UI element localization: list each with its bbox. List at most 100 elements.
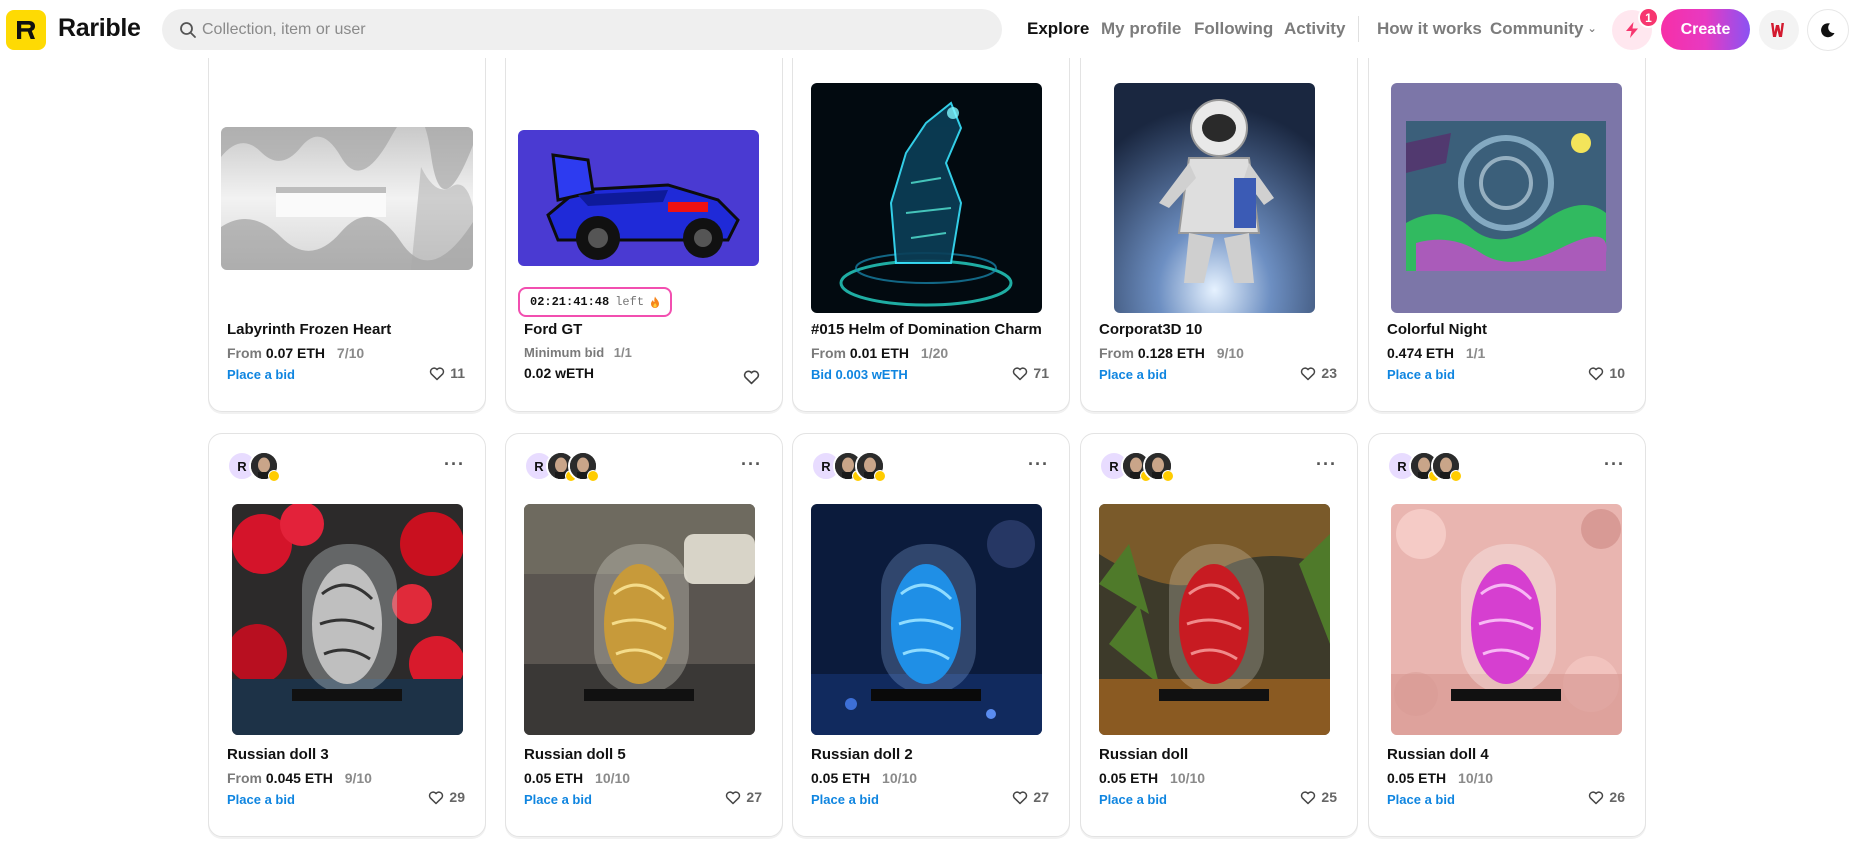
nft-price: From 0.045 ETH 9/10	[227, 770, 372, 786]
like-button[interactable]: 29	[428, 789, 465, 805]
heart-icon	[726, 790, 741, 804]
like-button[interactable]: 23	[1300, 365, 1337, 381]
owner-avatars[interactable]: R	[524, 451, 599, 482]
nav-following[interactable]: Following	[1194, 19, 1273, 39]
like-count: 25	[1321, 789, 1337, 805]
lightning-icon	[1626, 22, 1638, 38]
avatar[interactable]	[855, 451, 886, 482]
nft-title[interactable]: Labyrinth Frozen Heart	[227, 321, 391, 338]
more-options-button[interactable]: ···	[1028, 454, 1049, 475]
nft-card[interactable]: Colorful Night 0.474 ETH 1/1 Place a bid…	[1368, 47, 1646, 412]
nav-community-label: Community	[1490, 19, 1584, 38]
heart-icon[interactable]	[743, 369, 760, 385]
more-options-button[interactable]: ···	[1316, 454, 1337, 475]
fire-icon	[651, 296, 660, 308]
more-options-button[interactable]: ···	[444, 454, 465, 475]
nft-card[interactable]: Labyrinth Frozen Heart From 0.07 ETH 7/1…	[208, 47, 486, 412]
like-button[interactable]: 27	[725, 789, 762, 805]
notification-count-badge: 1	[1638, 7, 1659, 28]
user-avatar-button[interactable]	[1759, 10, 1799, 50]
like-count: 71	[1033, 365, 1049, 381]
nav-my-profile[interactable]: My profile	[1101, 19, 1181, 39]
nav-community[interactable]: Community ⌄	[1490, 19, 1597, 39]
nft-image[interactable]	[221, 127, 473, 270]
place-bid-link[interactable]: Place a bid	[811, 792, 879, 807]
nav-explore[interactable]: Explore	[1027, 19, 1089, 39]
bid-link[interactable]: Bid 0.003 wETH	[811, 367, 908, 382]
nav-how-it-works[interactable]: How it works	[1377, 19, 1482, 39]
like-button[interactable]: 27	[1012, 789, 1049, 805]
nft-title[interactable]: #015 Helm of Domination Charm	[811, 321, 1042, 338]
create-button[interactable]: Create	[1661, 9, 1750, 50]
place-bid-link[interactable]: Place a bid	[227, 367, 295, 382]
place-bid-link[interactable]: Place a bid	[1099, 367, 1167, 382]
nft-image[interactable]	[524, 504, 755, 735]
more-options-button[interactable]: ···	[741, 454, 762, 475]
chevron-down-icon: ⌄	[1587, 23, 1597, 35]
brand-name[interactable]: Rarible	[58, 14, 141, 43]
nft-title[interactable]: Colorful Night	[1387, 321, 1487, 338]
heart-icon	[1589, 790, 1604, 804]
like-count: 29	[449, 789, 465, 805]
like-button[interactable]: 10	[1588, 365, 1625, 381]
auction-timer: 02:21:41:48 left	[518, 287, 673, 317]
owner-avatars[interactable]: R	[811, 451, 886, 482]
like-count: 10	[1609, 365, 1625, 381]
like-button[interactable]: 11	[429, 365, 465, 381]
nft-image[interactable]	[1391, 83, 1622, 313]
more-options-button[interactable]: ···	[1604, 454, 1625, 475]
nft-card[interactable]: R ··· Russian doll 3 From 0.045 ETH 9/10…	[208, 433, 486, 837]
nft-card[interactable]: R ··· Russian doll 2 0.05 ETH 10/10 Plac…	[792, 433, 1070, 837]
nft-card[interactable]: #015 Helm of Domination Charm From 0.01 …	[792, 47, 1070, 412]
nft-image[interactable]	[232, 504, 463, 735]
nft-image[interactable]	[518, 130, 759, 266]
avatar[interactable]	[568, 451, 599, 482]
nft-card[interactable]: R ··· Russian doll 5 0.05 ETH 10/10 Plac…	[505, 433, 783, 837]
theme-toggle-button[interactable]	[1807, 9, 1849, 51]
nft-image[interactable]	[1099, 504, 1330, 735]
nft-title[interactable]: Russian doll	[1099, 746, 1188, 763]
place-bid-link[interactable]: Place a bid	[524, 792, 592, 807]
search-bar[interactable]	[162, 9, 1002, 50]
owner-avatars[interactable]: R	[227, 451, 280, 482]
nft-card[interactable]: R ··· Russian doll 0.05 ETH 10/10 Place …	[1080, 433, 1358, 837]
top-navigation-bar: Rarible Explore My profile Following Act…	[0, 0, 1855, 58]
nft-title[interactable]: Russian doll 3	[227, 746, 329, 763]
heart-icon	[1589, 366, 1604, 380]
nft-minimum-bid: Minimum bid 1/1	[524, 345, 632, 360]
avatar[interactable]	[1431, 451, 1462, 482]
nft-card[interactable]: Corporat3D 10 From 0.128 ETH 9/10 Place …	[1080, 47, 1358, 412]
verified-badge-icon	[268, 470, 280, 482]
place-bid-link[interactable]: Place a bid	[1387, 367, 1455, 382]
nav-activity[interactable]: Activity	[1284, 19, 1345, 39]
avatar[interactable]	[1143, 451, 1174, 482]
like-button[interactable]: 71	[1012, 365, 1049, 381]
nft-price: From 0.07 ETH 7/10	[227, 345, 365, 361]
like-button[interactable]: 26	[1588, 789, 1625, 805]
nft-card[interactable]: 02:21:41:48 left Ford GT Minimum bid 1/1…	[505, 47, 783, 412]
rarible-logo-icon[interactable]	[6, 10, 46, 50]
nft-image[interactable]	[1391, 504, 1622, 735]
like-button[interactable]: 25	[1300, 789, 1337, 805]
place-bid-link[interactable]: Place a bid	[227, 792, 295, 807]
nft-card[interactable]: R ··· Russian doll 4 0.05 ETH 10/10 Plac…	[1368, 433, 1646, 837]
owner-avatars[interactable]: R	[1387, 451, 1462, 482]
nft-title[interactable]: Corporat3D 10	[1099, 321, 1202, 338]
nft-price: 0.05 ETH 10/10	[1099, 770, 1206, 786]
nft-image[interactable]	[1114, 83, 1315, 313]
place-bid-link[interactable]: Place a bid	[1387, 792, 1455, 807]
verified-badge-icon	[1450, 470, 1462, 482]
nft-title[interactable]: Russian doll 4	[1387, 746, 1489, 763]
nft-image[interactable]	[811, 504, 1042, 735]
owner-avatars[interactable]: R	[1099, 451, 1174, 482]
heart-icon	[430, 366, 445, 380]
place-bid-link[interactable]: Place a bid	[1099, 792, 1167, 807]
verified-badge-icon	[874, 470, 886, 482]
nft-title[interactable]: Russian doll 5	[524, 746, 626, 763]
nft-price: 0.05 ETH 10/10	[524, 770, 631, 786]
avatar[interactable]	[249, 451, 280, 482]
nft-image[interactable]	[811, 83, 1042, 313]
nft-title[interactable]: Ford GT	[524, 321, 582, 338]
search-input[interactable]	[202, 9, 982, 50]
nft-title[interactable]: Russian doll 2	[811, 746, 913, 763]
